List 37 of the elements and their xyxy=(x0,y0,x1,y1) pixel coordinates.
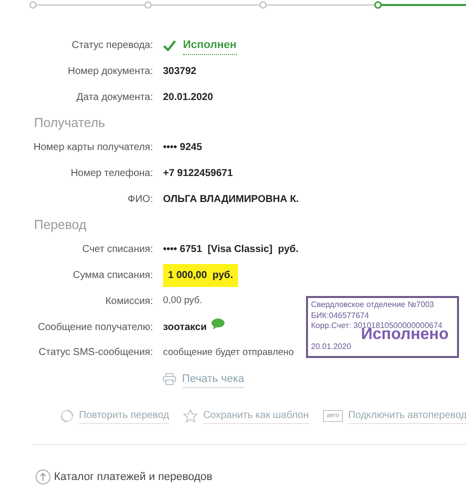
field-value: 303792 xyxy=(163,65,196,80)
print-link[interactable]: Печать чека xyxy=(182,370,244,388)
printer-icon xyxy=(163,373,176,386)
section-title: Перевод xyxy=(33,216,88,234)
field-label: Комиссия: xyxy=(104,294,154,309)
field-value: 0,00 руб. xyxy=(163,294,202,308)
stamp-text: Свердловское отделение №7003 xyxy=(311,300,435,310)
amount-highlight: 1 000,00 руб. xyxy=(163,264,238,288)
field-value: •••• 6751 [Visa Classic] руб. xyxy=(163,243,298,258)
field-value: •••• 9245 xyxy=(163,141,202,156)
field-value: +7 9122459671 xyxy=(163,167,233,182)
refresh-icon xyxy=(60,409,74,424)
field-label: Номер документа: xyxy=(66,65,154,80)
star-icon xyxy=(183,409,198,424)
field-label: Счет списания: xyxy=(81,243,154,258)
field-label: Сумма списания: xyxy=(72,269,154,284)
field-label: Сообщение получателю: xyxy=(36,320,154,335)
section-title: Получатель xyxy=(33,114,106,132)
field-value: зоотакси xyxy=(163,320,207,335)
stamp-text: Корр.Счет: 30101810500000000674 xyxy=(311,321,442,330)
field-value: 20.01.2020 xyxy=(163,90,214,105)
catalog-link[interactable]: Каталог платежей и переводов xyxy=(54,469,212,486)
chat-bubble-icon xyxy=(210,318,225,330)
field-label: Номер телефона: xyxy=(70,167,154,182)
field-label: Статус перевода: xyxy=(70,39,154,54)
action-link[interactable]: Повторить перевод xyxy=(79,408,170,424)
field-label: Статус SMS-сообщения: xyxy=(38,346,154,360)
stamp-text: БИК:046577674 xyxy=(311,310,370,321)
field-label: ФИО: xyxy=(126,192,154,207)
field-value: ОЛЬГА ВЛАДИМИРОВНА К. xyxy=(163,192,299,207)
check-icon xyxy=(163,40,176,52)
status-link[interactable]: Исполнен xyxy=(183,37,237,55)
field-label: Дата документа: xyxy=(76,90,154,105)
stamp-date: 20.01.2020 xyxy=(311,342,352,352)
field-label: Номер карты получателя: xyxy=(32,141,154,156)
field-value: сообщение будет отправлено xyxy=(163,346,294,360)
action-link[interactable]: Сохранить как шаблон xyxy=(203,408,309,424)
